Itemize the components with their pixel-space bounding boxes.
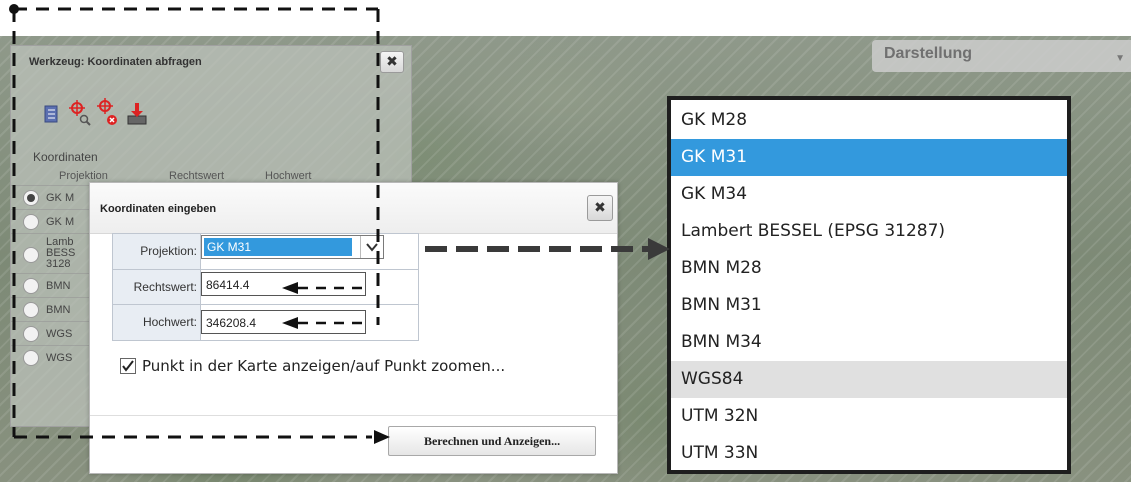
download-icon[interactable]	[125, 98, 151, 128]
column-header-projektion: Projektion	[59, 170, 108, 182]
row-radio[interactable]	[23, 350, 39, 366]
coordinates-section-label: Koordinaten	[33, 150, 98, 164]
row-radio[interactable]	[23, 214, 39, 230]
projection-option[interactable]: GK M34	[671, 176, 1067, 213]
row-projection-name: GK M	[46, 193, 75, 204]
table-row[interactable]: GK M	[11, 185, 91, 210]
table-row[interactable]: Lamb BESS 3128	[11, 233, 91, 274]
projektion-label: Projektion:	[113, 234, 201, 269]
row-projection-name: WGS	[46, 353, 73, 364]
chevron-down-icon: ▼	[1115, 53, 1125, 64]
rechtswert-input[interactable]: 86414.4	[201, 272, 366, 296]
hochwert-input[interactable]: 346208.4	[201, 310, 366, 334]
tool-panel-close-button[interactable]: ✖	[380, 51, 404, 73]
row-projection-name: Lamb BESS 3128	[46, 237, 76, 270]
enter-coordinates-dialog: Koordinaten eingeben ✖ Projektion: Recht…	[89, 182, 618, 474]
projection-option[interactable]: UTM 33N	[671, 435, 1067, 472]
projection-option[interactable]: UTM 32N	[671, 398, 1067, 435]
projektion-selected-value: GK M31	[204, 238, 352, 256]
projection-option[interactable]: GK M28	[671, 102, 1067, 139]
row-radio[interactable]	[23, 247, 39, 263]
column-header-hochwert: Hochwert	[265, 170, 312, 182]
show-point-checkbox[interactable]	[120, 358, 136, 374]
crosshair-delete-icon[interactable]	[95, 98, 121, 128]
dialog-divider	[90, 415, 617, 416]
show-point-label: Punkt in der Karte anzeigen/auf Punkt zo…	[142, 357, 506, 375]
table-row[interactable]: WGS	[11, 321, 91, 346]
row-projection-name: BMN	[46, 281, 71, 292]
dialog-header: Koordinaten eingeben ✖	[90, 183, 617, 234]
crosshair-zoom-icon[interactable]	[67, 98, 93, 128]
column-header-rechtswert: Rechtswert	[169, 170, 225, 182]
table-row[interactable]: BMN	[11, 273, 91, 298]
projection-option[interactable]: Lambert BESSEL (EPSG 31287)	[671, 213, 1067, 250]
row-radio[interactable]	[23, 190, 39, 206]
projection-option[interactable]: BMN M28	[671, 250, 1067, 287]
projection-dropdown-list[interactable]: GK M28 GK M31 GK M34 Lambert BESSEL (EPS…	[667, 96, 1071, 474]
table-row[interactable]: WGS	[11, 345, 91, 370]
tool-toolbar	[39, 98, 179, 128]
row-projection-name: BMN	[46, 305, 71, 316]
guide-start-dot	[9, 4, 19, 14]
darstellung-label: Darstellung	[884, 45, 973, 62]
rechtswert-label: Rechtswert:	[113, 270, 201, 305]
projection-option-highlighted[interactable]: WGS84	[671, 361, 1067, 398]
projection-option-selected[interactable]: GK M31	[671, 139, 1067, 176]
row-radio[interactable]	[23, 278, 39, 294]
darstellung-dropdown[interactable]: Darstellung ▼	[872, 40, 1131, 72]
calculate-and-show-button[interactable]: Berechnen und Anzeigen...	[388, 426, 596, 456]
row-projection-name: WGS	[46, 329, 73, 340]
hochwert-label: Hochwert:	[113, 305, 201, 340]
projection-option[interactable]: BMN M31	[671, 287, 1067, 324]
row-projection-name: GK M	[46, 217, 75, 228]
projection-option[interactable]: BMN M34	[671, 324, 1067, 361]
tool-panel-title: Werkzeug: Koordinaten abfragen	[29, 56, 202, 68]
dialog-close-button[interactable]: ✖	[587, 195, 613, 221]
document-icon[interactable]	[39, 98, 65, 128]
row-radio[interactable]	[23, 326, 39, 342]
table-row[interactable]: GK M	[11, 209, 91, 234]
projektion-select[interactable]: GK M31	[201, 235, 384, 259]
row-radio[interactable]	[23, 302, 39, 318]
chevron-down-icon[interactable]	[360, 236, 383, 258]
dialog-title: Koordinaten eingeben	[100, 203, 217, 215]
table-row[interactable]: BMN	[11, 297, 91, 322]
